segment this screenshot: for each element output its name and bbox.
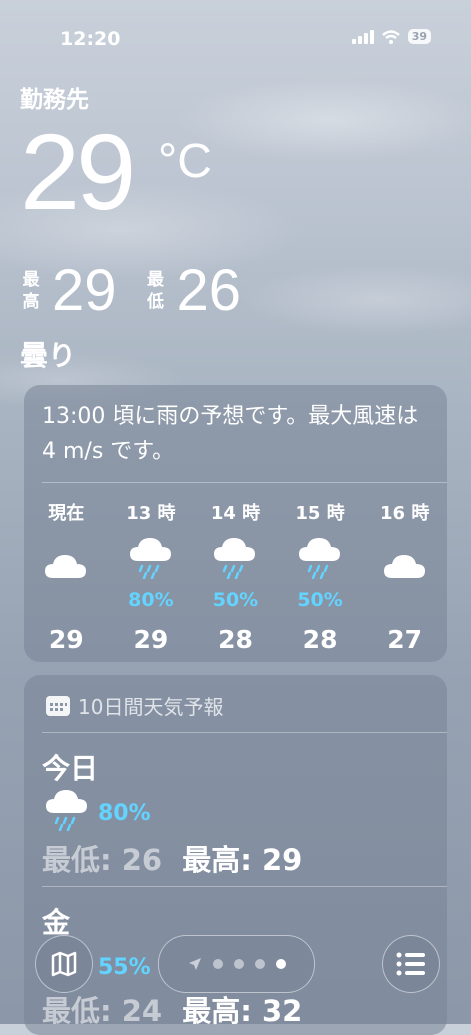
location-arrow-icon	[188, 958, 201, 970]
low-temperature: 26	[176, 258, 242, 323]
temperature-unit: °C	[158, 135, 212, 188]
hourly-item[interactable]: 14 時 50% 28	[193, 495, 278, 660]
low-label: 最低	[147, 270, 165, 312]
list-button[interactable]	[382, 935, 440, 993]
hour-temperature: 28	[302, 625, 338, 654]
hour-label: 16 時	[380, 503, 430, 524]
hourly-item[interactable]: 15 時 50% 28	[278, 495, 363, 660]
rain-cloud-icon	[278, 535, 363, 595]
condition-text: 曇り	[20, 339, 77, 372]
precipitation-chance: 50%	[212, 589, 259, 611]
page-dot-active[interactable]	[275, 959, 286, 969]
calendar-icon	[46, 695, 70, 716]
high-label: 最高	[22, 270, 40, 312]
map-icon	[51, 951, 77, 977]
cellular-signal-icon	[351, 29, 374, 44]
hourly-item[interactable]: 13 時 80% 29	[109, 495, 194, 660]
hourly-summary: 13:00 頃に雨の予想です。最大風速は 4 m/s です。	[42, 404, 419, 464]
wifi-icon	[381, 29, 400, 44]
current-temperature: 29	[20, 111, 136, 232]
list-icon	[396, 952, 425, 976]
rain-cloud-icon	[46, 790, 87, 831]
hourly-forecast-card[interactable]: 13:00 頃に雨の予想です。最大風速は 4 m/s です。 現在 29 13 時 8…	[24, 385, 447, 662]
hour-temperature: 29	[48, 625, 84, 654]
hour-temperature: 28	[218, 625, 253, 654]
temperature-range: 最低: 26 最高: 29	[42, 837, 302, 879]
page-indicator[interactable]	[158, 935, 315, 993]
low-temperature: 26	[121, 843, 163, 877]
status-time: 12:20	[60, 28, 121, 50]
hourly-item[interactable]: 現在 29	[24, 495, 109, 660]
precipitation-chance: 80%	[128, 589, 174, 611]
precipitation-chance: 50%	[297, 589, 343, 611]
hour-label: 14 時	[210, 503, 261, 524]
precipitation-chance: 55%	[98, 955, 151, 980]
high-low-row: 最高 29 最低 26	[20, 262, 269, 320]
map-button[interactable]	[35, 935, 93, 993]
precipitation-chance: 80%	[98, 801, 151, 826]
card-divider	[42, 732, 447, 733]
low-label: 最低:	[42, 994, 112, 1028]
day-name: 今日	[42, 752, 99, 785]
high-temperature: 32	[262, 994, 303, 1028]
forecast-header: 10日間天気予報	[46, 691, 223, 720]
page-dot[interactable]	[233, 959, 244, 969]
rain-cloud-icon	[193, 535, 278, 595]
battery-indicator: 39	[407, 29, 431, 44]
hour-temperature: 27	[387, 625, 423, 654]
high-label: 最高:	[182, 843, 252, 877]
status-icons: 39	[351, 29, 431, 44]
rain-cloud-icon	[109, 535, 194, 595]
hour-label: 13 時	[126, 503, 176, 524]
hour-label: 15 時	[295, 503, 345, 524]
status-bar: 12:20 39	[0, 0, 471, 70]
high-temperature: 29	[52, 258, 117, 323]
low-temperature: 24	[121, 994, 163, 1028]
hour-temperature: 29	[133, 625, 169, 654]
cloud-icon	[24, 551, 109, 611]
low-label: 最低:	[42, 843, 112, 877]
page-dot[interactable]	[254, 959, 265, 969]
cloud-icon	[362, 551, 447, 611]
high-temperature: 29	[262, 843, 303, 877]
forecast-title: 10日間天気予報	[78, 695, 224, 719]
card-divider	[42, 886, 447, 887]
location-name: 勤務先	[20, 87, 89, 113]
card-divider	[42, 482, 447, 483]
hour-label: 現在	[48, 503, 85, 524]
high-label: 最高:	[182, 994, 252, 1028]
hourly-list[interactable]: 現在 29 13 時 80% 29 14 時 50% 28 15 時 50% 28 16 時 27	[24, 495, 447, 660]
hourly-item[interactable]: 16 時 27	[362, 495, 447, 660]
page-dot[interactable]	[212, 959, 223, 969]
